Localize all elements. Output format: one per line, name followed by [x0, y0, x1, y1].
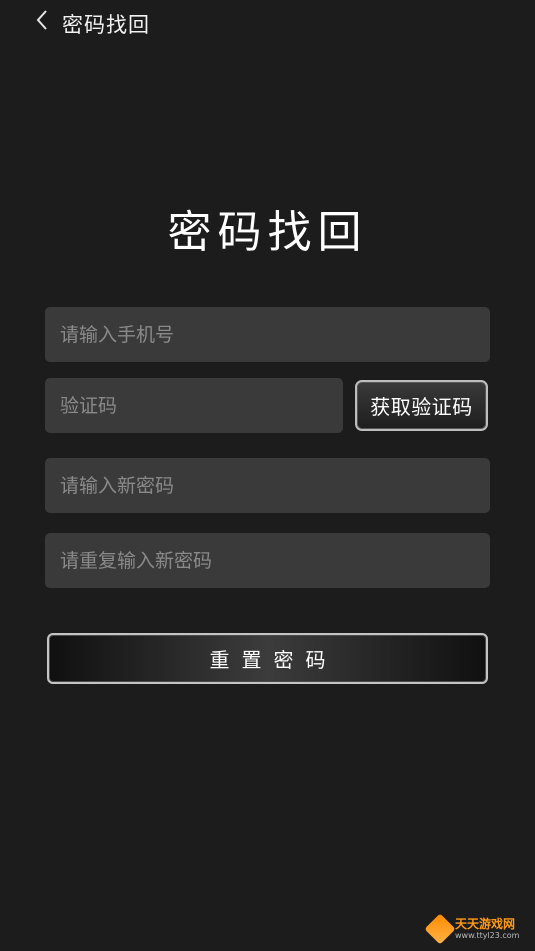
watermark-url: www.ttyl23.com	[455, 931, 520, 940]
reset-password-button[interactable]: 重置密码	[47, 633, 488, 684]
top-bar: 密码找回	[0, 0, 535, 44]
verification-code-input[interactable]	[45, 378, 343, 433]
repeat-password-input[interactable]	[45, 533, 490, 588]
page-title: 密码找回	[167, 207, 368, 258]
watermark-logo-icon	[424, 913, 456, 945]
phone-input[interactable]	[45, 307, 490, 362]
topbar-title: 密码找回	[62, 13, 150, 37]
chevron-left-icon	[35, 9, 49, 35]
new-password-input[interactable]	[45, 458, 490, 513]
back-button[interactable]	[30, 8, 54, 36]
get-code-button[interactable]: 获取验证码	[355, 380, 488, 431]
watermark: 天天游戏网 www.ttyl23.com	[424, 913, 529, 945]
password-recovery-screen: 密码找回 密码找回 获取验证码 重置密码 天天游戏网 www.ttyl23.co…	[0, 0, 535, 951]
watermark-name: 天天游戏网	[455, 917, 516, 931]
